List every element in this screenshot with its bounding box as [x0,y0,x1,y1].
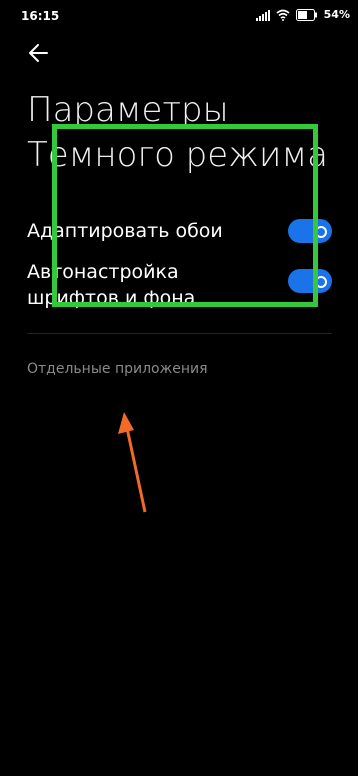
back-arrow-icon [29,44,48,62]
divider [27,333,332,334]
battery-icon [295,8,317,21]
status-bar: 16:15 54% [0,0,358,34]
separate-apps-link[interactable]: Отдельные приложения [27,361,208,377]
wifi-icon [276,9,290,21]
pointer-arrow [118,412,147,513]
status-time: 16:15 [21,9,60,23]
battery-percent: 54% [323,8,350,21]
signal-icon [255,9,270,21]
back-button[interactable] [26,40,52,66]
highlight-box [52,124,318,307]
battery-percent-value: 54 [323,8,339,21]
status-icons: 54% [255,8,350,21]
